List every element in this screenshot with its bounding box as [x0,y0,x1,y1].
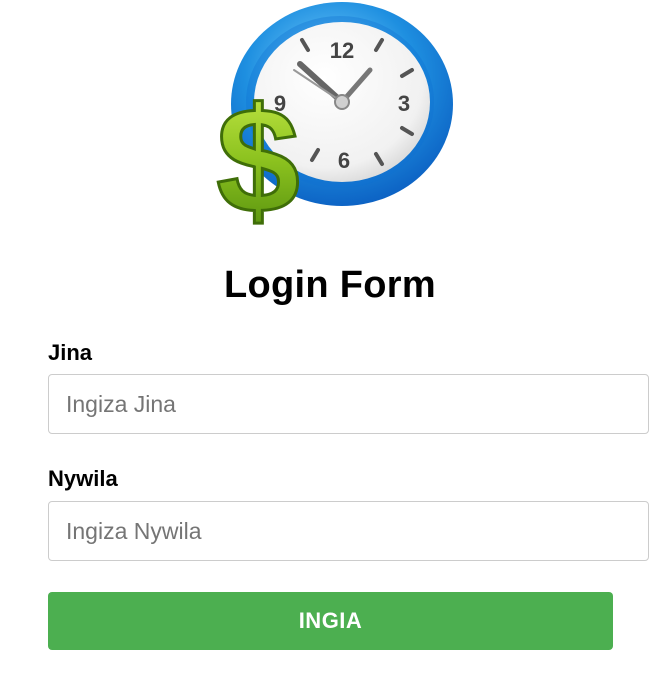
page-title: Login Form [224,264,436,306]
username-label: Jina [48,340,93,365]
clock-number-12: 12 [330,38,354,63]
password-input[interactable] [48,501,649,561]
username-input[interactable] [48,374,649,434]
login-button[interactable]: INGIA [48,592,613,650]
clock-number-3: 3 [398,91,410,116]
clock-dollar-icon: 12 3 6 9 $ [215,2,453,232]
password-label: Nywila [48,466,118,491]
clock-dollar-logo: 12 3 6 9 $ [200,0,460,232]
clock-number-6: 6 [338,148,350,173]
dollar-icon: $ [216,76,299,232]
